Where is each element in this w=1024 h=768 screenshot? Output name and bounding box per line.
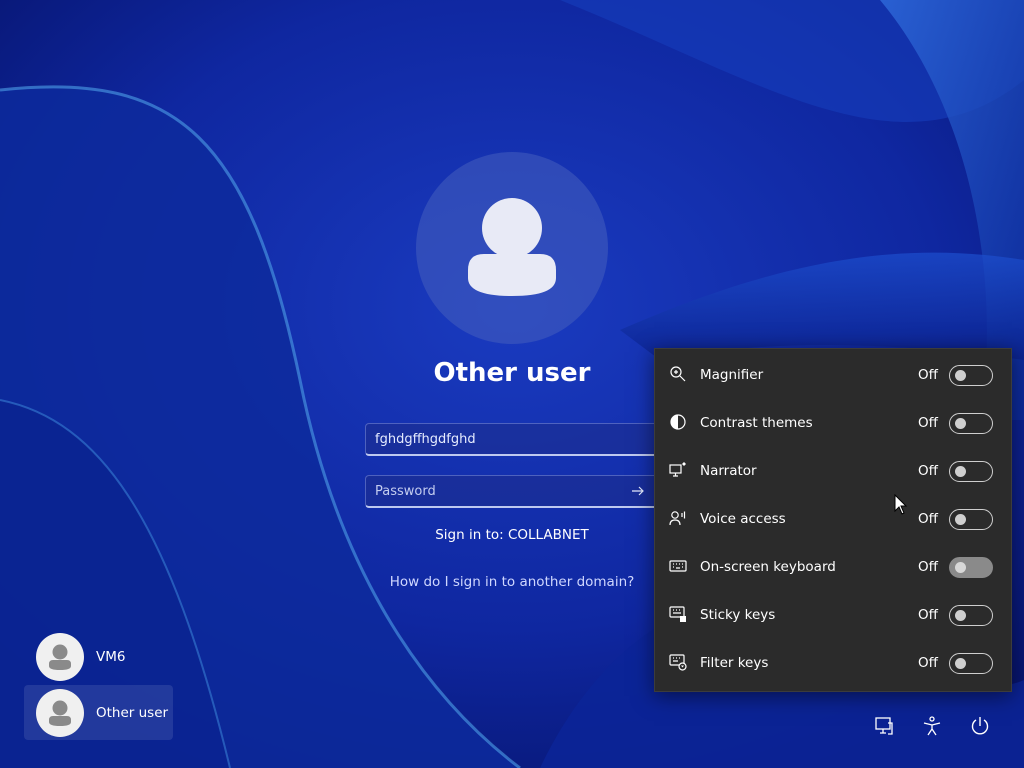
voice-access-toggle[interactable] [949,509,993,530]
magnifier-toggle[interactable] [949,365,993,386]
accessibility-flyout: Magnifier Off Contrast themes Off Narrat… [654,348,1012,692]
a11y-item-label: Narrator [700,463,757,479]
keyboard-icon [669,557,687,575]
a11y-item-contrast-themes[interactable]: Contrast themes Off [655,399,1011,447]
password-placeholder: Password [375,484,436,499]
toggle-knob [955,418,966,429]
user-avatar-large [416,152,608,344]
other-domain-link[interactable]: How do I sign in to another domain? [362,574,662,590]
a11y-item-label: Magnifier [700,367,764,383]
toggle-knob [955,658,966,669]
sticky-keys-toggle[interactable] [949,605,993,626]
user-list-item-label: Other user [96,704,169,721]
toggle-knob [955,562,966,573]
a11y-item-state: Off [918,367,938,383]
submit-arrow-icon[interactable] [630,483,646,503]
narrator-toggle[interactable] [949,461,993,482]
a11y-item-sticky-keys[interactable]: Sticky keys Off [655,591,1011,639]
avatar [36,632,84,681]
magnifier-icon [669,365,687,383]
a11y-item-state: Off [918,463,938,479]
toggle-knob [955,370,966,381]
a11y-item-state: Off [918,511,938,527]
avatar [36,688,84,737]
a11y-item-label: Voice access [700,511,786,527]
a11y-item-label: Sticky keys [700,607,776,623]
sticky-keys-icon [669,605,687,623]
user-list-item-label: VM6 [96,648,126,665]
on-screen-keyboard-toggle[interactable] [949,557,993,578]
mouse-cursor-icon [894,493,908,520]
user-list-item-other-user[interactable]: Other user [24,685,173,740]
person-icon [468,198,556,296]
network-icon[interactable] [873,715,895,737]
a11y-item-label: Filter keys [700,655,769,671]
a11y-item-state: Off [918,607,938,623]
narrator-icon [669,461,687,479]
a11y-item-magnifier[interactable]: Magnifier Off [655,351,1011,399]
a11y-item-state: Off [918,559,938,575]
a11y-item-voice-access[interactable]: Voice access Off [655,495,1011,543]
a11y-item-label: On-screen keyboard [700,559,836,575]
a11y-item-state: Off [918,415,938,431]
user-list-item-vm6[interactable]: VM6 [24,629,173,684]
voice-access-icon [669,509,687,527]
person-icon [49,644,71,670]
a11y-item-label: Contrast themes [700,415,813,431]
accessibility-icon[interactable] [921,715,943,737]
toggle-knob [955,514,966,525]
toggle-knob [955,466,966,477]
a11y-item-filter-keys[interactable]: Filter keys Off [655,639,1011,687]
a11y-item-narrator[interactable]: Narrator Off [655,447,1011,495]
contrast-themes-toggle[interactable] [949,413,993,434]
username-value: fghdgffhgdfghd [375,432,476,447]
a11y-item-on-screen-keyboard[interactable]: On-screen keyboard Off [655,543,1011,591]
person-icon [49,700,71,726]
contrast-icon [669,413,687,431]
filter-keys-toggle[interactable] [949,653,993,674]
toggle-knob [955,610,966,621]
power-icon[interactable] [969,715,991,737]
selected-user-name: Other user [433,358,591,388]
password-field[interactable]: Password [365,475,655,508]
username-field[interactable]: fghdgffhgdfghd [365,423,655,456]
sign-in-domain-text: Sign in to: COLLABNET [435,527,589,543]
a11y-item-state: Off [918,655,938,671]
filter-keys-icon [669,653,687,671]
